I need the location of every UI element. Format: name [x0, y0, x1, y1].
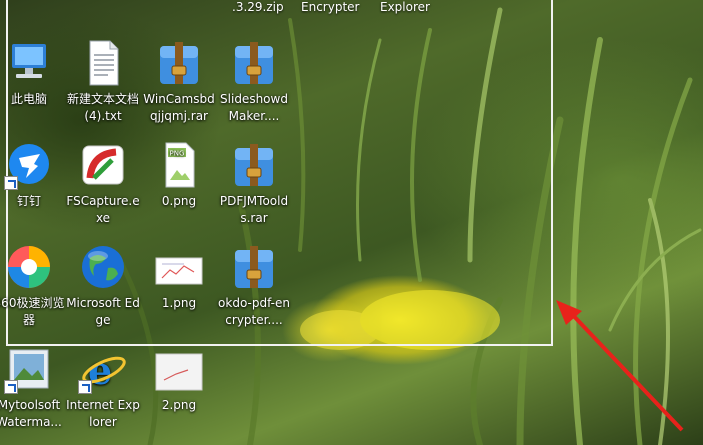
annotation-arrow-icon — [556, 300, 684, 432]
